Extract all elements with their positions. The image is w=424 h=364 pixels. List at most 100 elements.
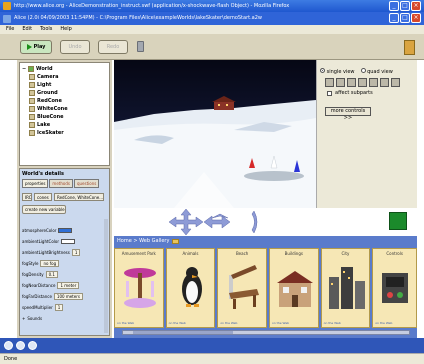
menu-edit[interactable]: Edit <box>22 26 32 34</box>
tab-properties[interactable]: properties <box>22 179 49 188</box>
breadcrumb-text: Home > Web Gallery <box>117 238 170 244</box>
property-row[interactable]: fogStyle no fog <box>22 258 106 269</box>
rotate-tool-icon[interactable] <box>369 78 378 87</box>
tree-item[interactable]: RedCone <box>22 97 107 105</box>
tree-root-label: World <box>36 66 53 72</box>
light-icon <box>29 82 35 88</box>
tree-item-label: Camera <box>37 74 59 80</box>
tab-questions[interactable]: questions <box>73 179 100 188</box>
menu-tools[interactable]: Tools <box>40 26 52 34</box>
property-row[interactable]: fogFarDistance 100 meters <box>22 291 106 302</box>
affect-subparts-row[interactable]: affect subparts <box>327 90 373 96</box>
tree-item[interactable]: Lake <box>22 121 107 129</box>
property-value[interactable]: 100 meters <box>53 293 83 300</box>
property-value[interactable]: 1 meter <box>57 282 80 289</box>
rewind-button[interactable] <box>4 341 13 350</box>
world-viewport[interactable] <box>114 60 316 208</box>
gallery-item-label: Beach <box>235 251 249 256</box>
tree-item[interactable]: Ground <box>22 89 107 97</box>
property-value[interactable]: 1 <box>71 249 81 256</box>
cone-icon <box>29 114 35 120</box>
alice-minimize-button[interactable]: _ <box>389 13 399 23</box>
gallery-item[interactable]: Buildings on the Web <box>268 248 319 328</box>
expand-icon[interactable]: + <box>22 316 25 321</box>
tree-item-label: WhiteCone <box>37 106 68 112</box>
property-value[interactable]: 1 <box>54 304 64 311</box>
pause-button[interactable] <box>16 341 25 350</box>
tree-item-label: Lake <box>37 122 51 128</box>
gallery-item[interactable]: Amusement Park on the Web <box>114 248 164 328</box>
object-tree: − World Camera Light Ground RedCone Whit… <box>19 62 110 166</box>
create-variable-button[interactable]: create new variable <box>22 205 66 214</box>
alice-close-button[interactable]: × <box>411 13 421 23</box>
tree-item[interactable]: Camera <box>22 73 107 81</box>
carousel-icon <box>124 268 156 308</box>
tree-item[interactable]: IceSkater <box>22 129 107 137</box>
property-value[interactable]: no fog <box>40 260 60 267</box>
single-view-radio[interactable]: single view <box>320 68 355 75</box>
add-objects-icon[interactable] <box>389 212 407 230</box>
clipboard-icon[interactable] <box>404 40 415 55</box>
gallery-item-source: on the Web <box>323 321 341 325</box>
gallery-item[interactable]: City on the Web <box>320 248 371 328</box>
redo-button[interactable]: Redo <box>98 40 128 54</box>
gallery-item[interactable]: Controls on the Web <box>372 248 417 328</box>
alice-title-bar: Alice (2.0i 04/09/2003 11:54PM) - C:\Pro… <box>0 12 424 25</box>
minimize-button[interactable]: _ <box>389 1 399 11</box>
move-tool-icon[interactable] <box>336 78 345 87</box>
camera-tilt-icon <box>251 210 258 234</box>
details-scrollbar[interactable] <box>104 219 108 333</box>
alice-window-controls: _ □ × <box>389 13 421 23</box>
property-row[interactable]: fogNearDistance 1 meter <box>22 280 106 291</box>
property-name: fogDensity <box>22 272 44 277</box>
close-button[interactable]: × <box>411 1 421 11</box>
property-row[interactable]: speedMultiplier 1 <box>22 302 106 313</box>
trash-icon[interactable] <box>137 41 144 52</box>
details-title: World's details <box>22 171 64 177</box>
gallery-scroll-thumb[interactable] <box>133 331 233 334</box>
alice-maximize-button[interactable]: □ <box>400 13 410 23</box>
property-value[interactable]: 0.1 <box>45 271 58 278</box>
folder-up-icon[interactable] <box>172 238 180 244</box>
tree-item-world[interactable]: − World <box>22 65 107 73</box>
move-up-down-tool-icon[interactable] <box>347 78 356 87</box>
quad-view-radio[interactable]: quad view <box>360 68 393 75</box>
color-swatch[interactable] <box>58 228 73 233</box>
resize-tool-icon[interactable] <box>391 78 400 87</box>
tree-item[interactable]: WhiteCone <box>22 105 107 113</box>
radio-icon <box>320 68 325 73</box>
object-gallery: Home > Web Gallery Amusement Park on the… <box>114 236 417 338</box>
property-row[interactable]: ambientLightBrightness 1 <box>22 247 106 258</box>
maximize-button[interactable]: □ <box>400 1 410 11</box>
tree-item[interactable]: BlueCone <box>22 113 107 121</box>
play-button[interactable]: Play <box>20 40 52 54</box>
tab-methods[interactable]: methods <box>49 179 73 188</box>
tree-item[interactable]: Light <box>22 81 107 89</box>
property-row[interactable]: + Sounds <box>22 313 106 324</box>
property-row[interactable]: ambientLightColor <box>22 236 106 247</box>
menu-file[interactable]: File <box>6 26 14 34</box>
penguin-icon <box>181 267 202 307</box>
gallery-item[interactable]: Beach on the Web <box>217 248 267 328</box>
pointer-tool-icon[interactable] <box>325 78 334 87</box>
variable-value-dropdown[interactable]: RedCone, WhiteCone... <box>54 193 104 201</box>
color-swatch[interactable] <box>61 239 75 244</box>
gallery-item-source: on the Web <box>271 321 290 325</box>
property-row[interactable]: fogDensity 0.1 <box>22 269 106 280</box>
forward-button[interactable] <box>28 341 37 350</box>
tumble-tool-icon[interactable] <box>380 78 389 87</box>
property-row[interactable]: atmosphereColor <box>22 225 106 236</box>
scene-render <box>114 60 316 208</box>
variable-name[interactable]: cones <box>34 193 52 201</box>
gallery-item[interactable]: Animals on the Web <box>165 248 216 328</box>
collapse-icon[interactable]: − <box>22 66 26 72</box>
gallery-breadcrumb[interactable]: Home > Web Gallery <box>117 238 180 244</box>
more-controls-button[interactable]: more controls >> <box>325 107 371 121</box>
menu-help[interactable]: Help <box>60 26 71 34</box>
turn-tool-icon[interactable] <box>358 78 367 87</box>
affect-subparts-checkbox[interactable] <box>327 90 332 96</box>
gallery-scrollbar[interactable] <box>122 330 410 335</box>
controls-icon <box>382 273 409 303</box>
undo-button[interactable]: Undo <box>60 40 90 54</box>
variable-type-box: IRC <box>22 193 32 201</box>
